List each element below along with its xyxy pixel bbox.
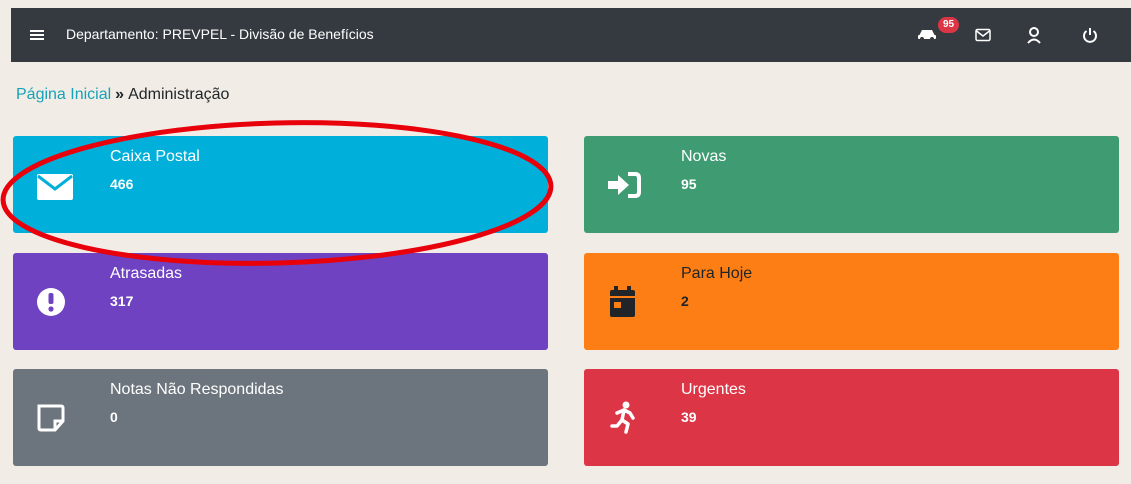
card-novas[interactable]: Novas 95 bbox=[584, 136, 1119, 233]
card-count: 317 bbox=[110, 293, 134, 309]
card-label: Caixa Postal bbox=[110, 148, 200, 165]
card-label: Notas Não Respondidas bbox=[110, 381, 284, 398]
sticky-note-icon bbox=[37, 404, 65, 432]
card-count: 2 bbox=[681, 293, 689, 309]
card-label: Urgentes bbox=[681, 381, 746, 398]
envelope-icon bbox=[37, 174, 73, 200]
card-caixa-postal[interactable]: Caixa Postal 466 bbox=[13, 136, 548, 233]
card-count: 466 bbox=[110, 176, 134, 192]
breadcrumb-home-link[interactable]: Página Inicial bbox=[16, 86, 111, 103]
card-count: 39 bbox=[681, 409, 697, 425]
running-icon bbox=[610, 401, 635, 434]
card-count: 0 bbox=[110, 409, 118, 425]
card-label: Para Hoje bbox=[681, 265, 753, 282]
top-navbar: Departamento: PREVPEL - Divisão de Benef… bbox=[11, 8, 1131, 62]
calendar-icon bbox=[610, 286, 635, 317]
card-count: 95 bbox=[681, 176, 697, 192]
card-notas-nao-respondidas[interactable]: Notas Não Respondidas 0 bbox=[13, 369, 548, 466]
exclamation-icon bbox=[37, 288, 65, 316]
card-label: Atrasadas bbox=[110, 265, 183, 282]
breadcrumb-separator: » bbox=[115, 86, 125, 103]
car-icon[interactable] bbox=[916, 26, 938, 42]
department-title: Departamento: PREVPEL - Divisão de Benef… bbox=[66, 26, 374, 42]
card-urgentes[interactable]: Urgentes 39 bbox=[584, 369, 1119, 466]
breadcrumb: Página Inicial» Administração bbox=[16, 86, 229, 104]
breadcrumb-current: Administração bbox=[128, 86, 230, 103]
card-label: Novas bbox=[681, 148, 727, 165]
card-para-hoje[interactable]: Para Hoje 2 bbox=[584, 253, 1119, 350]
user-icon[interactable] bbox=[1026, 26, 1042, 44]
menu-icon[interactable] bbox=[29, 27, 45, 43]
card-atrasadas[interactable]: Atrasadas 317 bbox=[13, 253, 548, 350]
notification-badge[interactable]: 95 bbox=[938, 17, 960, 33]
mail-icon[interactable] bbox=[975, 28, 991, 42]
sign-in-icon bbox=[608, 172, 641, 198]
power-icon[interactable] bbox=[1082, 27, 1098, 43]
